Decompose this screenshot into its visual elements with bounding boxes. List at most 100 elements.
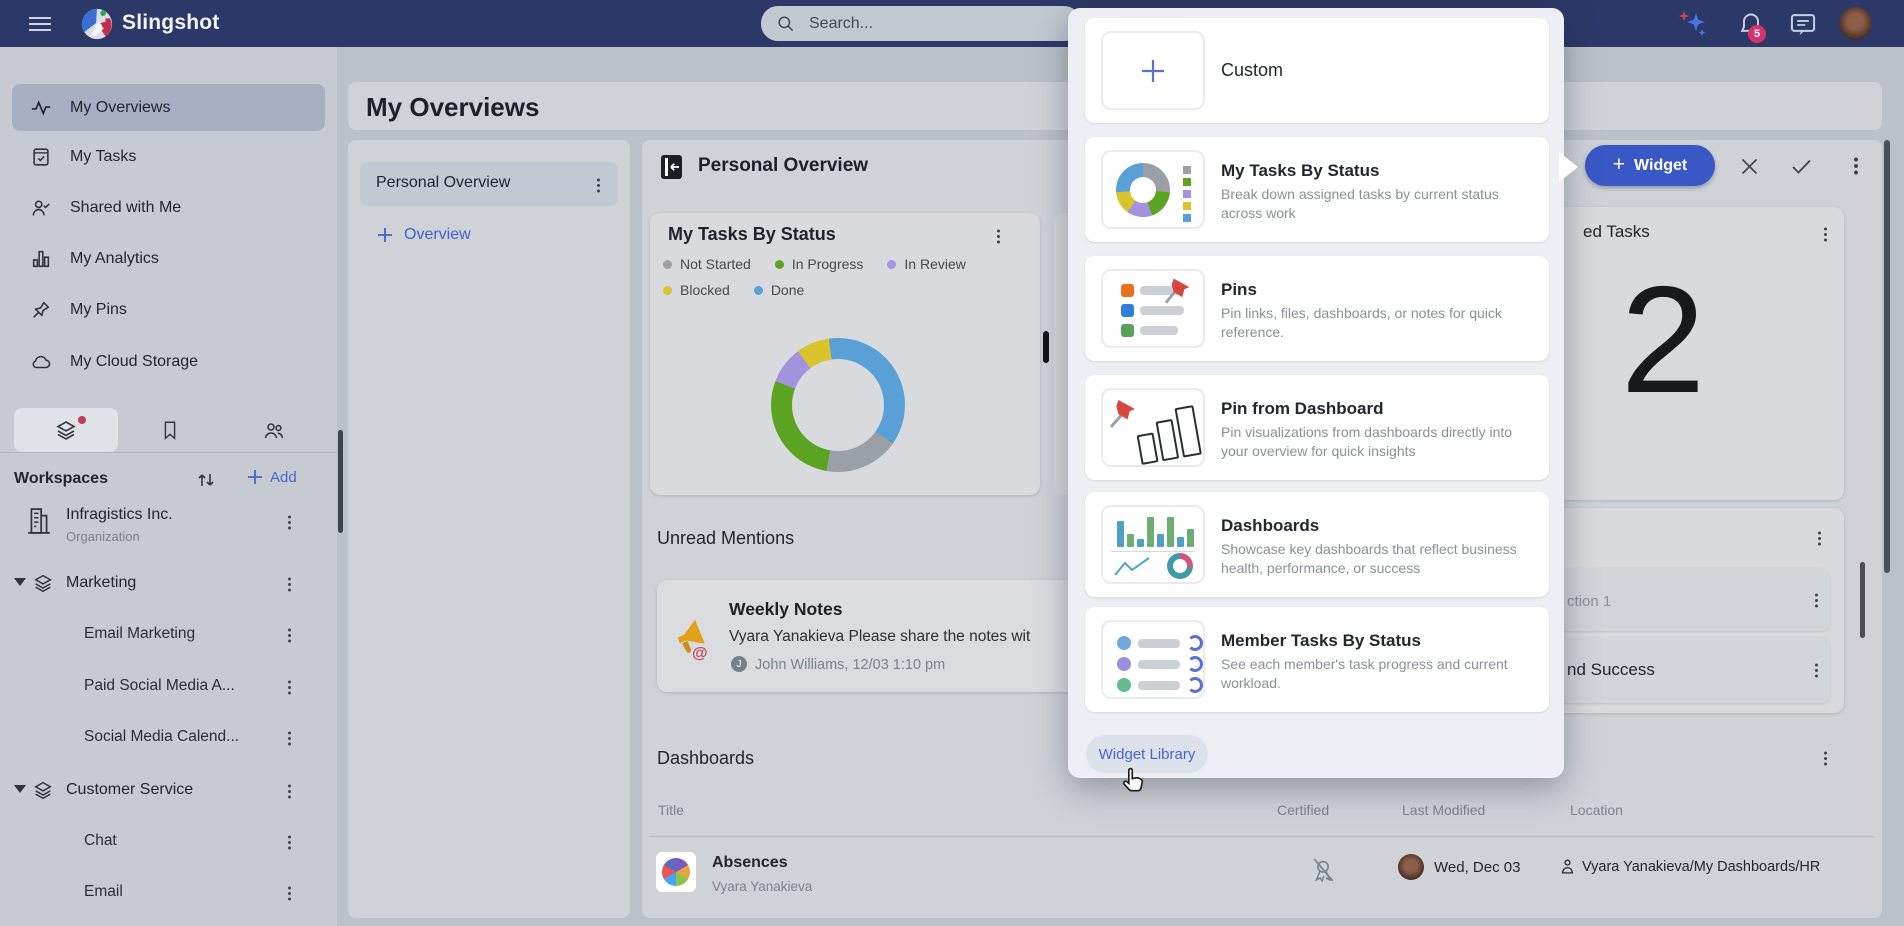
section-row-kebab-menu[interactable] <box>1815 599 1818 602</box>
column-header-location[interactable]: Location <box>1570 802 1623 818</box>
overview-title: Personal Overview <box>698 155 868 177</box>
overview-kebab-menu[interactable] <box>1854 164 1858 168</box>
tab-workspaces[interactable] <box>14 408 118 452</box>
mini-legend-swatch <box>1183 202 1191 210</box>
sidebar-item-shared-with-me[interactable]: Shared with Me <box>12 186 325 230</box>
add-overview-button[interactable]: Overview <box>376 226 471 244</box>
sections-widget-kebab-menu[interactable] <box>1818 537 1821 540</box>
cloud-icon <box>30 351 52 373</box>
sidebar-item-my-cloud-storage[interactable]: My Cloud Storage <box>12 340 325 384</box>
not-certified-icon[interactable] <box>1310 856 1336 889</box>
confirm-check-icon[interactable] <box>1791 158 1812 180</box>
sidebar-item-my-analytics[interactable]: My Analytics <box>12 237 325 281</box>
dashboards-kebab-menu[interactable] <box>1824 757 1827 760</box>
collapse-caret-icon[interactable] <box>14 578 26 586</box>
chat-kebab-menu[interactable] <box>288 841 291 844</box>
add-widget-button[interactable]: + Widget <box>1585 145 1715 186</box>
section-row-kebab-menu[interactable] <box>1815 669 1818 672</box>
inner-scrollbar[interactable] <box>1860 562 1865 638</box>
menu-item-member-tasks-by-status[interactable]: Member Tasks By Status See each member's… <box>1085 607 1549 712</box>
sidebar-item-my-tasks[interactable]: My Tasks <box>12 135 325 179</box>
menu-item-title: Pins <box>1221 280 1257 300</box>
slingshot-logo-icon[interactable] <box>80 7 114 46</box>
dashboard-title[interactable]: Absences <box>712 854 788 872</box>
ai-sparkles-icon[interactable] <box>1676 9 1710 44</box>
sort-icon[interactable] <box>194 468 218 497</box>
user-avatar[interactable] <box>1839 7 1872 40</box>
tasks-count-title-visible: ed Tasks <box>1583 222 1650 242</box>
menu-item-pin-from-dashboard[interactable]: Pin from Dashboard Pin visualizations fr… <box>1085 375 1549 480</box>
menu-item-custom[interactable]: Custom <box>1085 18 1549 123</box>
workspace-paid-social[interactable]: Paid Social Media A... <box>84 677 235 695</box>
notification-count-badge: 5 <box>1748 25 1766 43</box>
legend-label: In Review <box>904 256 965 272</box>
tab-bookmarks[interactable] <box>118 408 222 452</box>
menu-item-title: Custom <box>1221 60 1283 81</box>
add-workspace-label: Add <box>270 469 297 486</box>
mention-title: Weekly Notes <box>729 599 842 620</box>
email-kebab-menu[interactable] <box>288 892 291 895</box>
org-name[interactable]: Infragistics Inc. <box>66 506 173 524</box>
collapse-overview-icon[interactable] <box>660 154 683 185</box>
workspace-email[interactable]: Email <box>84 883 123 901</box>
sidebar-item-my-overviews[interactable]: My Overviews <box>12 84 325 131</box>
mini-donut-hole <box>1173 559 1187 573</box>
tab-members[interactable] <box>222 408 326 452</box>
column-header-title[interactable]: Title <box>658 802 684 818</box>
svg-text:@: @ <box>692 645 708 662</box>
pin-from-dashboard-thumb <box>1101 388 1205 467</box>
unread-mentions-heading: Unread Mentions <box>657 528 794 549</box>
resize-handle[interactable] <box>1043 331 1049 363</box>
person-icon <box>1559 857 1576 881</box>
hamburger-menu-icon[interactable] <box>28 16 52 37</box>
sidebar-item-label: My Pins <box>70 301 127 319</box>
sidebar-item-label: My Cloud Storage <box>70 353 198 371</box>
column-header-last-modified[interactable]: Last Modified <box>1402 802 1485 818</box>
plus-icon <box>1138 56 1168 86</box>
menu-item-my-tasks-by-status[interactable]: My Tasks By Status Break down assigned t… <box>1085 137 1549 242</box>
sidebar-scrollbar[interactable] <box>338 430 343 533</box>
dashboard-owner: Vyara Yanakieva <box>712 879 812 894</box>
customer-service-kebab-menu[interactable] <box>288 790 291 793</box>
column-header-certified[interactable]: Certified <box>1277 802 1329 818</box>
workspace-marketing[interactable]: Marketing <box>66 574 136 592</box>
workspace-chat[interactable]: Chat <box>84 832 117 850</box>
widget-button-label: Widget <box>1634 157 1687 175</box>
dashboards-heading: Dashboards <box>657 748 754 769</box>
email-marketing-kebab-menu[interactable] <box>288 634 291 637</box>
close-icon[interactable] <box>1740 157 1759 181</box>
workspaces-heading: Workspaces <box>14 470 108 488</box>
custom-thumb <box>1101 31 1205 110</box>
add-overview-label: Overview <box>404 226 471 244</box>
menu-item-dashboards[interactable]: Dashboards Showcase key dashboards that … <box>1085 492 1549 597</box>
sidebar-item-label: My Tasks <box>70 148 136 166</box>
tasks-count-kebab-menu[interactable] <box>1824 233 1827 236</box>
dashboard-thumbnail <box>656 852 696 892</box>
search-input[interactable]: Search... <box>761 6 1081 41</box>
social-calendar-kebab-menu[interactable] <box>288 737 291 740</box>
workspace-customer-service[interactable]: Customer Service <box>66 781 193 799</box>
legend-dot <box>887 260 896 269</box>
dashboards-thumb <box>1101 505 1205 584</box>
paid-social-kebab-menu[interactable] <box>288 686 291 689</box>
donut-hole <box>792 359 884 451</box>
workspace-layers-icon <box>32 779 54 806</box>
menu-item-pins[interactable]: Pins Pin links, files, dashboards, or no… <box>1085 256 1549 361</box>
messages-icon[interactable] <box>1789 12 1817 43</box>
workspace-tab-notification-dot <box>78 416 86 424</box>
overview-item-kebab-menu[interactable] <box>597 184 600 187</box>
workspace-email-marketing[interactable]: Email Marketing <box>84 625 195 643</box>
collapse-caret-icon[interactable] <box>14 785 26 793</box>
legend-label: In Progress <box>792 256 864 272</box>
table-row[interactable] <box>650 840 1874 912</box>
mention-megaphone-icon: @ <box>668 612 716 667</box>
marketing-kebab-menu[interactable] <box>288 583 291 586</box>
workspace-social-calendar[interactable]: Social Media Calend... <box>84 728 239 746</box>
add-workspace-button[interactable]: Add <box>246 468 297 486</box>
sidebar-item-my-pins[interactable]: My Pins <box>12 288 325 332</box>
search-icon <box>776 14 795 33</box>
org-kebab-menu[interactable] <box>288 521 291 524</box>
tasks-widget-kebab-menu[interactable] <box>997 235 1000 238</box>
page-scrollbar[interactable] <box>1884 140 1890 573</box>
widget-picker-popup: Custom My Tasks By Status Break down ass… <box>1068 8 1564 778</box>
